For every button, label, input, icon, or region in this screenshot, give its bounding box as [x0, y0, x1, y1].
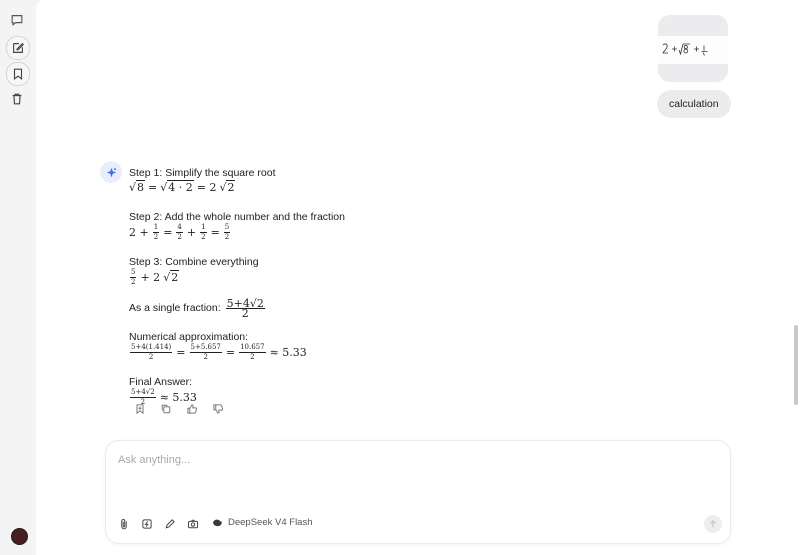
- user-message: calculation: [657, 90, 731, 118]
- trash-icon: [12, 93, 22, 105]
- step-3: Step 3: Combine everything 52 + 2 √2: [129, 255, 629, 286]
- whale-icon: [213, 519, 222, 527]
- step-heading: As a single fraction:: [129, 302, 221, 314]
- model-selector[interactable]: DeepSeek V4 Flash: [212, 517, 313, 528]
- chat-bubble-icon: [11, 15, 23, 27]
- message-input[interactable]: [116, 449, 710, 471]
- tools-button[interactable]: [139, 516, 155, 532]
- arrow-up-icon: [710, 520, 716, 528]
- uploaded-image-card[interactable]: [658, 15, 728, 82]
- assistant-answer: Step 1: Simplify the square root √8 = √4…: [129, 166, 629, 420]
- step-heading: Final Answer:: [129, 376, 193, 388]
- math-expression: 5+4√2 2: [225, 296, 265, 320]
- pen-icon: [165, 519, 175, 529]
- bookmark-icon: [13, 68, 23, 80]
- copy-button[interactable]: [159, 402, 173, 416]
- model-label: DeepSeek V4 Flash: [228, 517, 313, 528]
- assistant-avatar: [100, 161, 122, 183]
- message-actions: [133, 402, 225, 416]
- step-heading: Step 1: Simplify the square root: [129, 167, 276, 179]
- step-heading: Numerical approximation:: [129, 331, 249, 343]
- thumbs-up-icon: [187, 404, 198, 414]
- math-expression: 52 + 2 √2: [130, 268, 180, 286]
- sidebar: [0, 0, 36, 555]
- bookmark-icon: [136, 404, 144, 415]
- paperclip-icon: [121, 519, 127, 530]
- chat-main: calculation Step 1: Simplify the square …: [36, 0, 800, 555]
- camera-button[interactable]: [185, 516, 201, 532]
- user-avatar[interactable]: [11, 528, 28, 545]
- math-expression: 2 + 12 = 42 + 12 = 52: [129, 223, 231, 241]
- compose-icon: [13, 42, 25, 53]
- scrollbar[interactable]: [794, 325, 798, 405]
- sparkle-icon: [106, 167, 116, 177]
- bookmarks-button[interactable]: [6, 62, 30, 86]
- bookmark-button[interactable]: [133, 402, 147, 416]
- message-composer: DeepSeek V4 Flash: [105, 440, 731, 544]
- step-1: Step 1: Simplify the square root √8 = √4…: [129, 166, 629, 196]
- draw-button[interactable]: [162, 516, 178, 532]
- thumbs-down-icon: [213, 404, 224, 414]
- new-chat-button[interactable]: [6, 9, 28, 31]
- uploaded-image: [658, 36, 728, 64]
- send-button[interactable]: [704, 515, 722, 533]
- attach-button[interactable]: [116, 516, 132, 532]
- step-2: Step 2: Add the whole number and the fra…: [129, 210, 629, 241]
- step-heading: Step 2: Add the whole number and the fra…: [129, 211, 345, 223]
- step-4: As a single fraction: 5+4√2 2: [129, 296, 629, 320]
- dislike-button[interactable]: [211, 402, 225, 416]
- lightning-box-icon: [142, 519, 152, 529]
- compose-button[interactable]: [6, 36, 30, 60]
- like-button[interactable]: [185, 402, 199, 416]
- copy-icon: [161, 404, 171, 414]
- camera-icon: [188, 519, 198, 529]
- math-expression: 5+4(1.414) 2 = 5+5.657 2 = 10.657 2 ≈ 5.33: [130, 343, 307, 361]
- delete-button[interactable]: [6, 88, 28, 110]
- step-5: Numerical approximation: 5+4(1.414) 2 = 5…: [129, 330, 629, 361]
- math-expression: √8 = √4 · 2 = 2 √2: [129, 180, 236, 194]
- step-heading: Step 3: Combine everything: [129, 256, 259, 268]
